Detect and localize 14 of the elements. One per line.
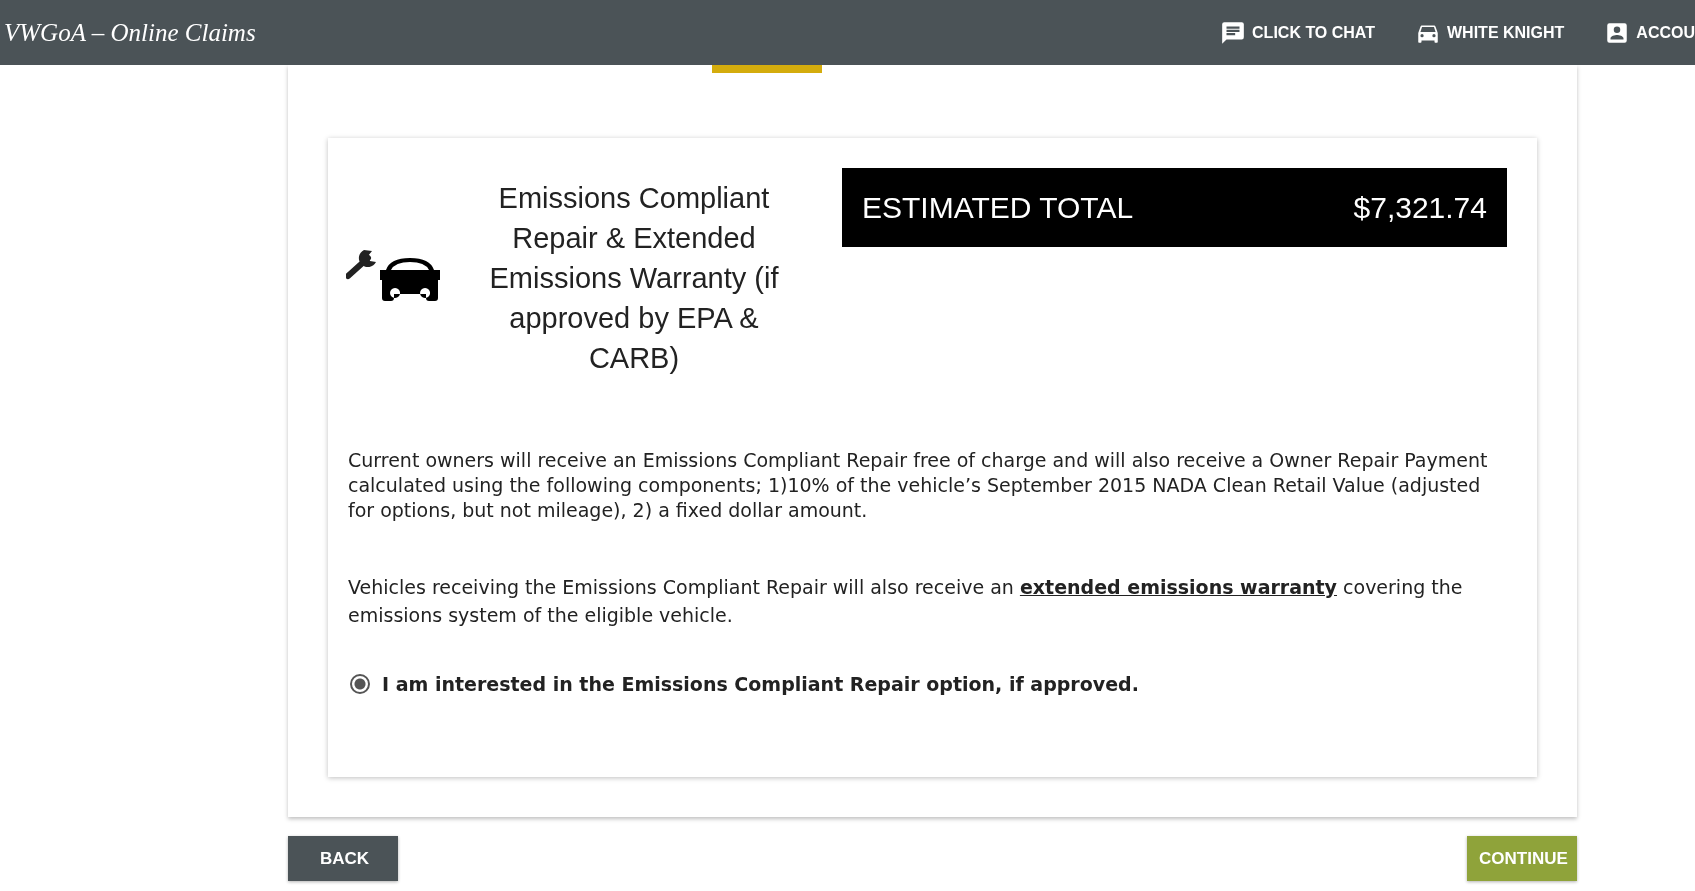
description-paragraph: Current owners will receive an Emissions Compliant Repair free of charge and will also receive a Owner Repair Payment calculated using the following components; 1)10% of the vehicle’s September 2015 NADA Clean Retail Value (adjusted for options, but not mileage), 2) a fixed dollar amount. [348,448,1489,523]
warranty-paragraph: Vehicles receiving the Emissions Compliant Repair will also receive an extended emissions warranty covering the emissions system of the eligible vehicle. [348,575,1464,628]
interest-radio-option[interactable]: I am interested in the Emissions Compliant Repair option, if approved. [350,673,1507,695]
chat-icon [1220,19,1247,46]
back-button[interactable]: BACK [288,836,398,881]
app-title: VWGoA – Online Claims [3,18,256,47]
nav-link[interactable]: WHITE KNIGHT [1415,19,1565,46]
option-title: Emissions Compliant Repair & Extended Emissions Warranty (if approved by EPA & CARB) [488,181,780,376]
nav-link[interactable]: CLICK TO CHAT [1220,19,1375,46]
radio-button[interactable] [350,674,370,694]
warranty-link[interactable]: extended emissions warranty [1019,576,1337,598]
total-amount: $7,321.74 [1353,190,1487,225]
total-label: ESTIMATED TOTAL [862,190,1134,225]
nav-link[interactable]: ACCOU [1604,19,1695,46]
